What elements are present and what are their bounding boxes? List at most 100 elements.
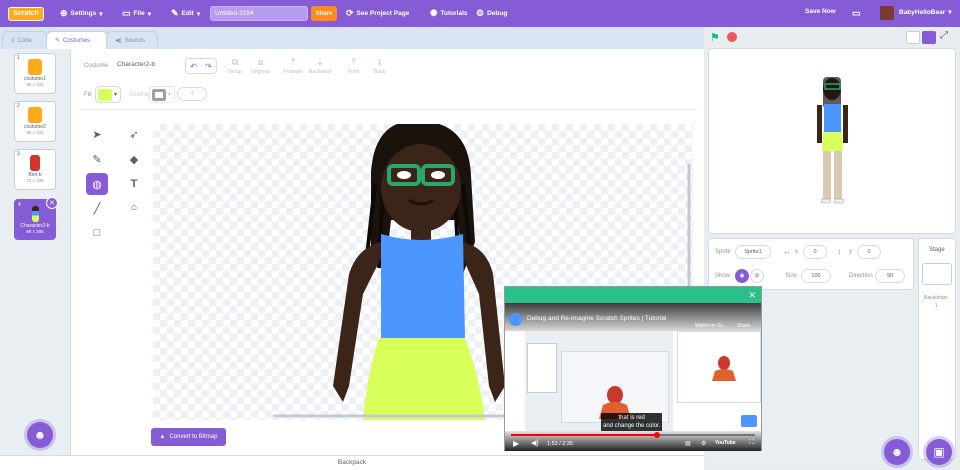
x-label: x	[795, 249, 798, 255]
green-flag-icon[interactable]: ⚑	[710, 31, 720, 44]
line-tool[interactable]: ╱	[86, 197, 108, 219]
text-tool[interactable]: T	[123, 173, 145, 195]
editor-tabs: ≡ Code ✎ Costumes ◀) Sounds	[0, 27, 704, 49]
fill-tool[interactable]: ◍	[86, 173, 108, 195]
video-progress-handle[interactable]	[654, 432, 661, 438]
file-menu[interactable]: ▭ File ▾	[122, 8, 151, 19]
outline-color-picker[interactable]: ▾	[149, 86, 175, 103]
x-input[interactable]: 0	[803, 245, 827, 259]
size-input[interactable]: 100	[801, 269, 831, 283]
code-icon: ≡	[11, 37, 15, 44]
choose-costume-button[interactable]: ☻	[27, 422, 53, 448]
arrow-down-icon: ⇣	[316, 57, 324, 67]
costume-name-input[interactable]: Character2-b	[112, 59, 178, 73]
divider	[79, 109, 697, 110]
y-label: y	[849, 249, 852, 255]
forward-button[interactable]: ⇡ Forward	[284, 57, 302, 75]
reshape-tool[interactable]: ➶	[123, 123, 145, 145]
outline-width-input[interactable]: 4	[177, 87, 207, 101]
captions-icon[interactable]: ▤	[685, 440, 691, 447]
rectangle-tool[interactable]: □	[86, 222, 108, 244]
choose-backdrop-button[interactable]: ▣	[926, 439, 952, 465]
sprite-info-panel: Sprite Sprite1 ↔ x 0 ↕ y 0 Show ◉ ⊘ Size…	[708, 238, 914, 290]
project-title-input[interactable]: Untitled-2184	[210, 6, 308, 21]
large-stage-icon[interactable]	[922, 31, 936, 44]
stage[interactable]	[708, 48, 956, 234]
eraser-tool[interactable]: ◆	[123, 148, 145, 170]
scratch-logo[interactable]: Scratch	[8, 6, 44, 21]
costume-size: 72 x 106	[26, 178, 44, 183]
tab-costumes[interactable]: ✎ Costumes	[46, 31, 108, 49]
see-project-page-button[interactable]: ⟳ See Project Page	[346, 8, 409, 19]
volume-icon[interactable]: ◀)	[531, 439, 539, 447]
backward-button[interactable]: ⇣ Backward	[309, 57, 331, 75]
character-thumbnail	[31, 206, 39, 222]
fill-color-picker[interactable]: ▾	[95, 86, 121, 103]
video-controls: ▶ ◀) 1:53 / 2:35 ▤ ⚙ YouTube ⛶	[505, 431, 761, 451]
fullscreen-icon[interactable]: ⤢	[940, 30, 948, 41]
costume-item-selected[interactable]: 4 Character2-b 98 x 295 ✕	[14, 197, 58, 240]
save-now-button[interactable]: Save Now	[805, 8, 836, 15]
backdrop-thumbnail	[922, 263, 952, 285]
video-time: 1:53 / 2:35	[547, 441, 573, 447]
ungroup-button[interactable]: ⧈ Ungroup	[251, 57, 270, 75]
tab-sounds[interactable]: ◀) Sounds	[106, 31, 158, 49]
direction-label: Direction	[849, 273, 873, 279]
globe-icon: ⊕	[60, 8, 68, 18]
show-hidden-toggle[interactable]: ⊘	[750, 269, 764, 283]
youtube-logo[interactable]: YouTube	[715, 440, 736, 446]
tutorials-button[interactable]: ✺ Tutorials	[430, 8, 468, 19]
circle-icon: ○	[130, 202, 138, 214]
stop-icon[interactable]	[727, 32, 737, 42]
settings-menu[interactable]: ⊕ Settings ▾	[60, 8, 102, 19]
fullscreen-icon[interactable]: ⛶	[749, 439, 754, 447]
see-project-page-label: See Project Page	[356, 10, 410, 17]
avatar[interactable]	[880, 6, 894, 20]
share-button[interactable]: Share	[311, 6, 337, 21]
front-button[interactable]: ⤒ Front	[348, 57, 360, 75]
play-icon[interactable]: ▶	[513, 439, 519, 448]
close-icon[interactable]: ✕	[748, 290, 756, 301]
delete-costume-icon[interactable]: ✕	[46, 197, 58, 209]
forward-label: Forward	[284, 69, 303, 75]
circle-tool[interactable]: ○	[123, 197, 145, 219]
video-progress-bar[interactable]	[511, 432, 755, 438]
tutorial-video-window[interactable]: ✕ Debug and Re-imagine Scratch Sprites |…	[504, 286, 762, 451]
costume-item[interactable]: 1 costume1 96 x 101	[14, 53, 56, 94]
debug-button[interactable]: ⚙ Debug	[476, 8, 507, 19]
video-sprite-thumb	[741, 415, 757, 427]
account-menu[interactable]: BabyHelloBear ▾	[899, 8, 952, 17]
direction-input[interactable]: 90	[875, 269, 905, 283]
stage-panel[interactable]: Stage Backdrops 1	[918, 238, 956, 460]
back-button[interactable]: ⤓ Back	[374, 57, 385, 75]
small-stage-icon[interactable]	[906, 31, 920, 44]
undo-icon[interactable]: ↶	[186, 59, 201, 73]
select-tool[interactable]: ➤	[86, 123, 108, 145]
show-visible-toggle[interactable]: ◉	[735, 269, 749, 283]
group-button[interactable]: ⧉ Group	[228, 57, 242, 75]
choose-sprite-button[interactable]: ☻	[884, 439, 910, 465]
line-icon: ╱	[93, 202, 101, 215]
eye-off-icon: ⊘	[754, 273, 760, 279]
fill-label: Fill	[84, 92, 92, 98]
brush-tool[interactable]: ✎	[86, 148, 108, 170]
sprite-name-input[interactable]: Sprite1	[735, 245, 771, 259]
my-stuff-button[interactable]: ▭	[852, 8, 861, 19]
video-player[interactable]: Debug and Re-imagine Scratch Sprites | T…	[505, 303, 761, 451]
y-input[interactable]: 0	[857, 245, 881, 259]
rectangle-icon: □	[93, 227, 101, 239]
backdrops-count: 1	[935, 303, 938, 309]
convert-to-bitmap-button[interactable]: ▲ Convert to Bitmap	[151, 428, 226, 446]
redo-icon[interactable]: ↷	[201, 59, 216, 73]
costume-item[interactable]: 2 costume2 96 x 101	[14, 101, 56, 142]
speaker-icon: ◀)	[115, 38, 122, 44]
settings-gear-icon[interactable]: ⚙	[701, 440, 706, 447]
tab-code[interactable]: ≡ Code	[2, 31, 48, 49]
edit-menu[interactable]: ✎ Edit ▾	[171, 8, 200, 19]
costume-item[interactable]: 3 Ben-b 72 x 106	[14, 149, 56, 190]
backward-label: Backward	[309, 69, 331, 75]
backpack[interactable]: Backpack	[0, 455, 704, 470]
video-title: Debug and Re-imagine Scratch Sprites | T…	[527, 315, 667, 322]
text-icon: T	[130, 178, 138, 190]
tutorials-label: Tutorials	[440, 10, 468, 17]
